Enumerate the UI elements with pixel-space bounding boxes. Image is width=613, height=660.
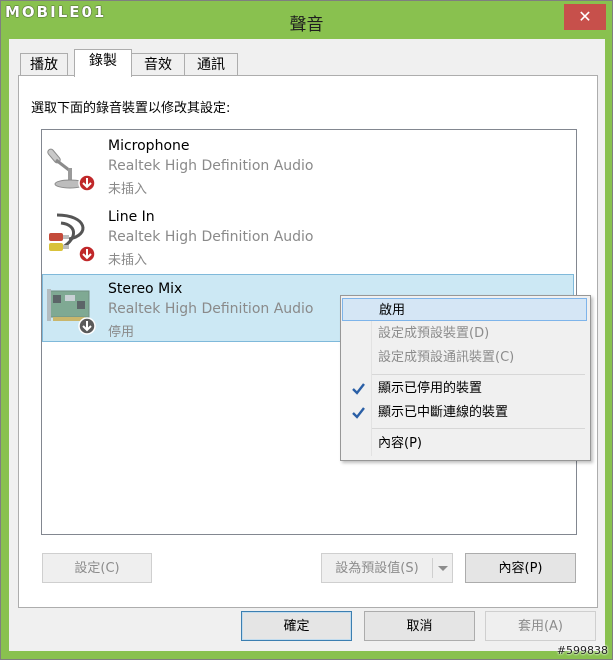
menu-item-label: 顯示已中斷連線的裝置 <box>378 405 509 420</box>
menu-separator <box>372 428 585 429</box>
checkmark-icon <box>352 407 365 419</box>
tab-playback[interactable]: 播放 <box>20 53 68 76</box>
device-name: Line In <box>108 209 155 225</box>
device-row-line-in[interactable]: Line In Realtek High Definition Audio 未插… <box>43 203 573 269</box>
menu-item-show-disabled-devices[interactable]: 顯示已停用的裝置 <box>342 377 587 400</box>
tab-communications[interactable]: 通訊 <box>184 53 238 76</box>
tab-label: 播放 <box>30 57 58 73</box>
tab-effects[interactable]: 音效 <box>130 53 186 76</box>
red-down-arrow-badge <box>78 174 96 192</box>
cancel-button[interactable]: 取消 <box>364 611 475 641</box>
close-button[interactable]: ✕ <box>564 4 606 30</box>
chevron-down-icon[interactable] <box>437 554 449 594</box>
device-status: 停用 <box>108 325 135 340</box>
menu-item-label: 設定成預設通訊裝置(C) <box>378 350 515 365</box>
red-down-arrow-badge <box>78 245 96 263</box>
set-default-split-button[interactable]: 設為預設值(S) <box>321 553 453 583</box>
set-default-label: 設為預設值(S) <box>335 561 419 576</box>
split-divider <box>432 558 433 578</box>
device-row-microphone[interactable]: Microphone Realtek High Definition Audio… <box>43 132 573 198</box>
menu-item-set-default-comm-device[interactable]: 設定成預設通訊裝置(C) <box>342 346 587 369</box>
device-driver: Realtek High Definition Audio <box>108 301 314 317</box>
close-icon: ✕ <box>578 7 592 26</box>
apply-button[interactable]: 套用(A) <box>485 611 596 641</box>
menu-item-label: 內容(P) <box>378 436 422 451</box>
window-title: 聲音 <box>289 15 324 35</box>
watermark-id: #599838 <box>556 644 608 657</box>
tab-label: 音效 <box>144 57 172 73</box>
ok-button[interactable]: 確定 <box>241 611 352 641</box>
tab-label: 錄製 <box>89 53 117 69</box>
device-driver: Realtek High Definition Audio <box>108 229 314 245</box>
gray-down-arrow-badge <box>78 317 96 335</box>
device-driver: Realtek High Definition Audio <box>108 158 314 174</box>
menu-item-set-default-device[interactable]: 設定成預設裝置(D) <box>342 322 587 345</box>
menu-separator <box>372 374 585 375</box>
configure-button[interactable]: 設定(C) <box>42 553 152 583</box>
tab-label: 通訊 <box>197 57 225 73</box>
menu-item-label: 顯示已停用的裝置 <box>378 381 483 396</box>
device-status: 未插入 <box>108 182 148 197</box>
instruction-text: 選取下面的錄音裝置以修改其設定: <box>31 101 231 116</box>
menu-item-show-disconnected-devices[interactable]: 顯示已中斷連線的裝置 <box>342 401 587 424</box>
microphone-icon <box>47 148 96 192</box>
menu-item-label: 啟用 <box>379 303 406 318</box>
properties-button[interactable]: 內容(P) <box>465 553 576 583</box>
device-name: Microphone <box>108 138 190 154</box>
device-status: 未插入 <box>108 253 148 268</box>
sound-dialog-window: MOBILE01 聲音 ✕ 播放 錄製 音效 通訊 選取下面的錄音裝置以修改其設… <box>0 0 613 660</box>
device-name: Stereo Mix <box>108 281 183 297</box>
checkmark-icon <box>352 383 365 395</box>
title-bar[interactable]: MOBILE01 聲音 ✕ <box>1 1 612 39</box>
menu-item-properties[interactable]: 內容(P) <box>342 432 587 455</box>
device-context-menu: 啟用 設定成預設裝置(D) 設定成預設通訊裝置(C) 顯示已停用的裝置 顯示已中… <box>340 295 591 461</box>
menu-item-enable[interactable]: 啟用 <box>342 298 587 321</box>
sound-card-icon <box>47 289 96 335</box>
menu-item-label: 設定成預設裝置(D) <box>378 326 490 341</box>
line-in-cable-icon <box>49 213 96 263</box>
tab-recording[interactable]: 錄製 <box>74 49 132 77</box>
